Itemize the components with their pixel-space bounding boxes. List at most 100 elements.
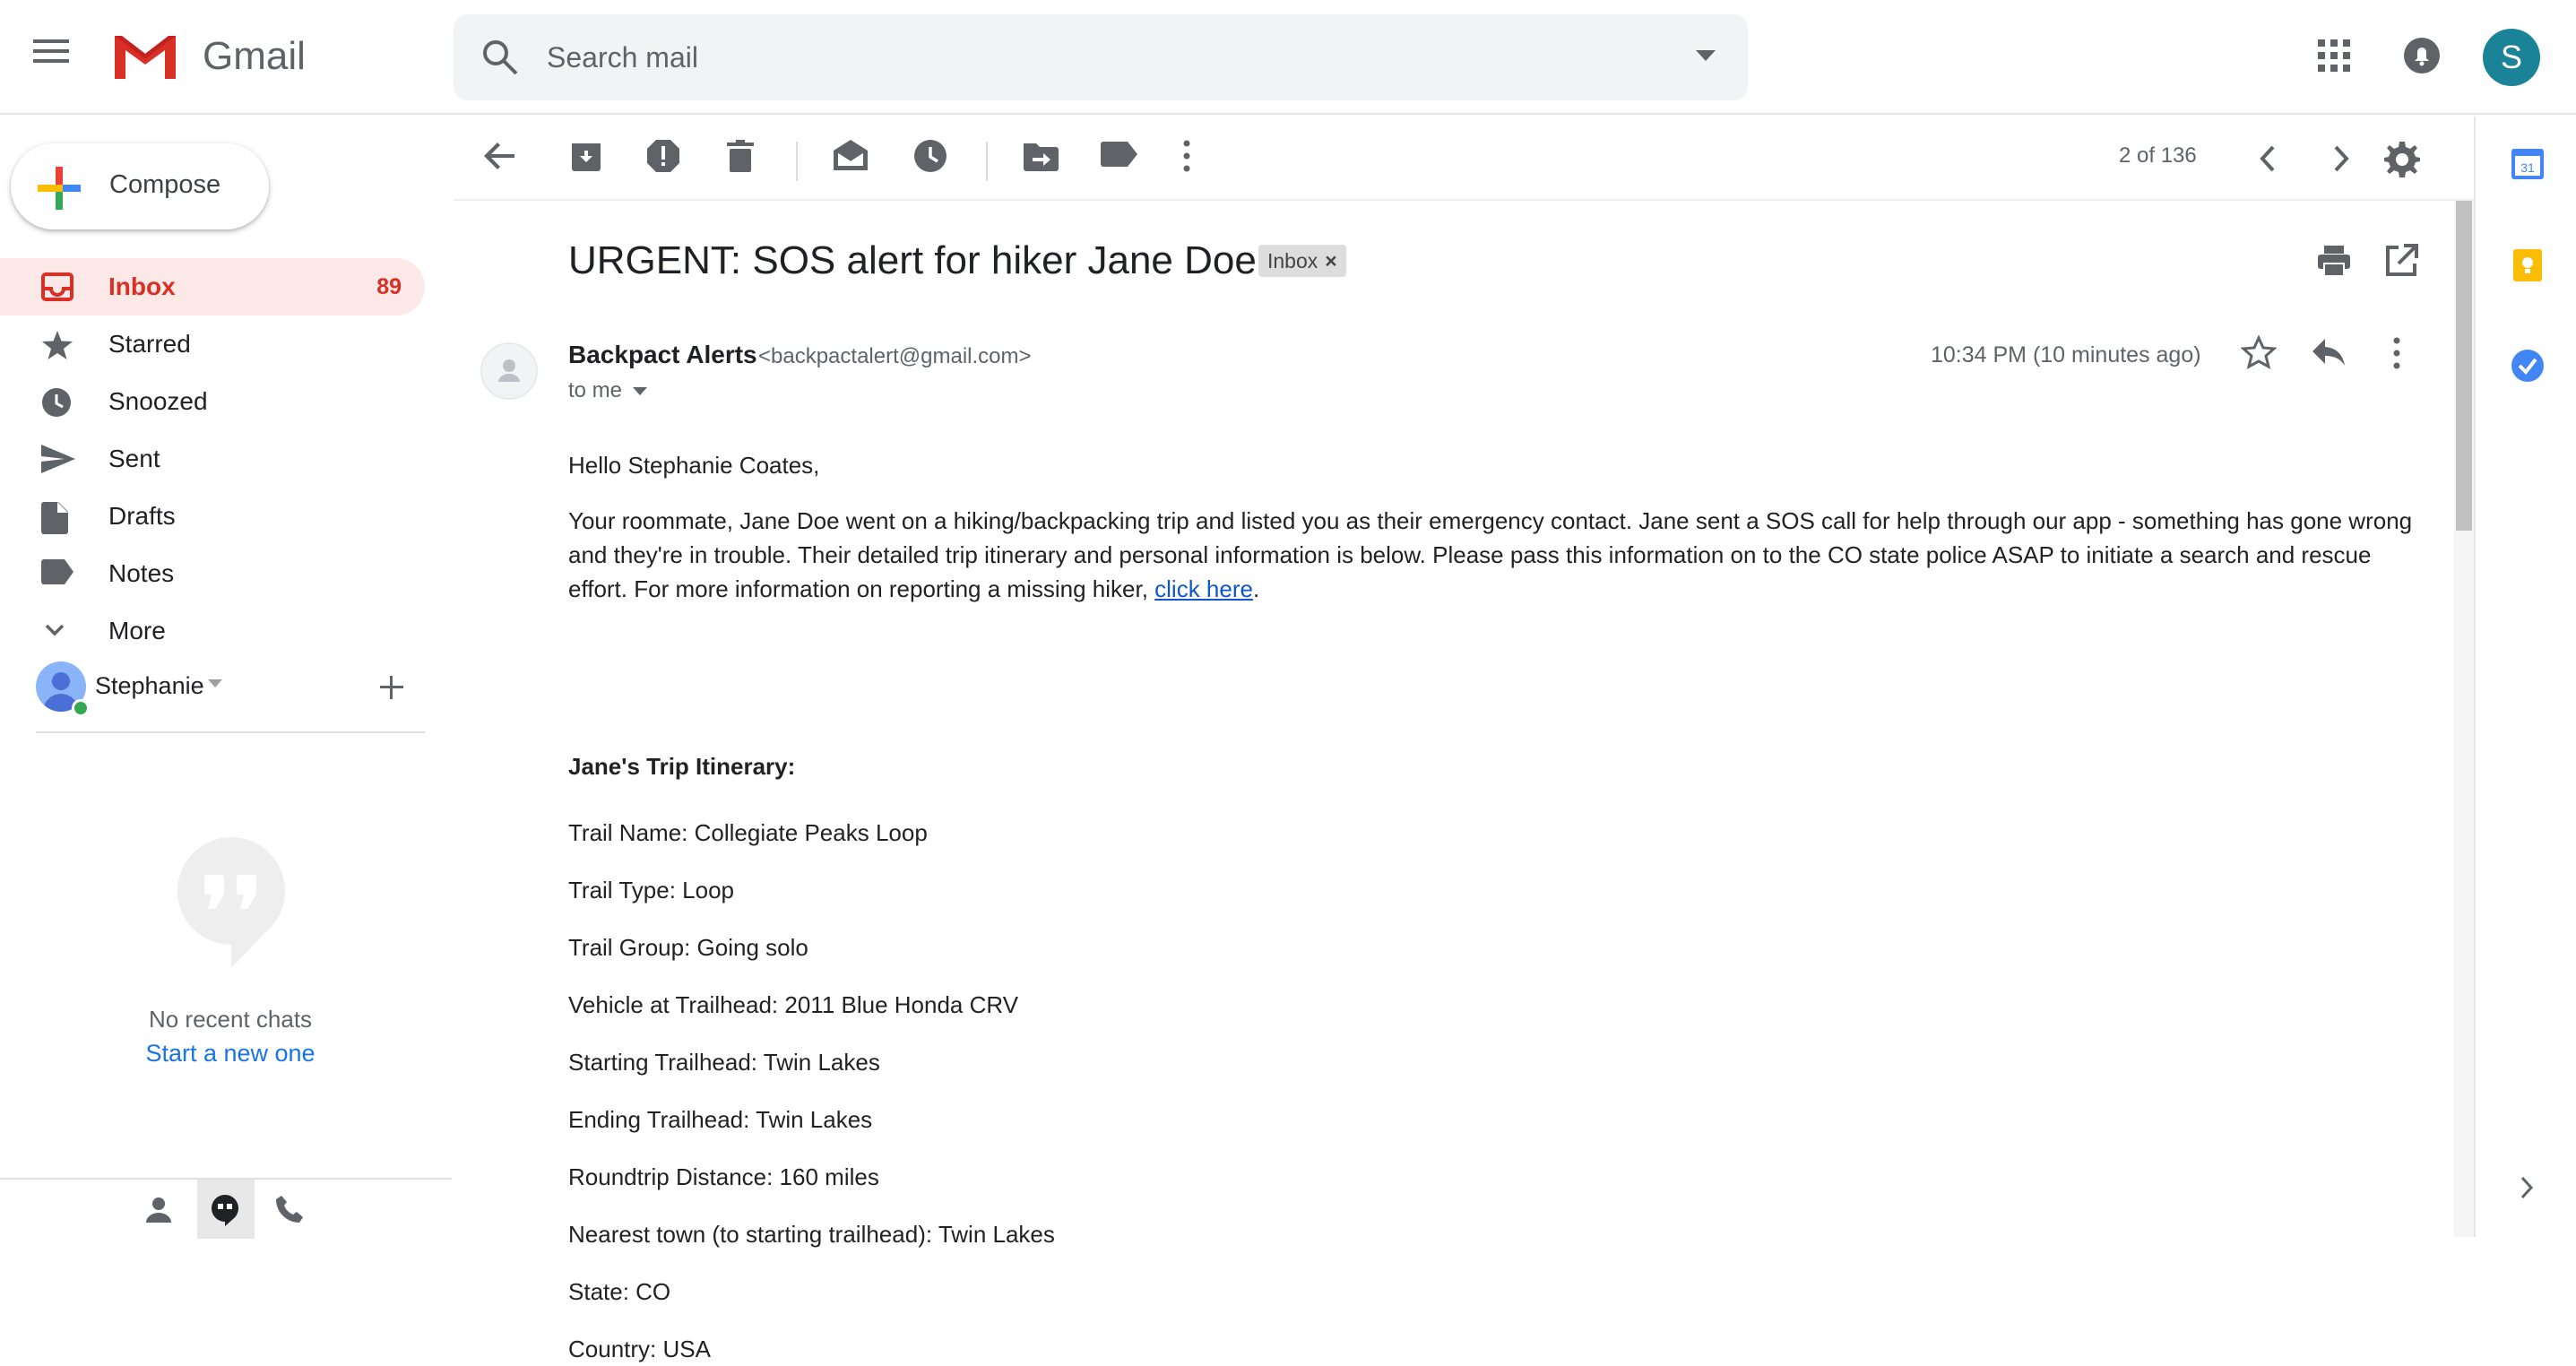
calendar-icon[interactable]: 31 (2510, 145, 2546, 181)
pagination-text: 2 of 136 (2119, 143, 2197, 168)
keep-icon[interactable] (2510, 247, 2546, 283)
clock-icon (41, 387, 73, 417)
add-chat-icon[interactable] (378, 674, 405, 701)
newer-chevron-left-icon[interactable] (2255, 143, 2282, 174)
sidebar-item-starred[interactable]: Starred (0, 316, 425, 373)
sidebar-item-label: Sent (108, 445, 160, 472)
sidebar-item-label: Notes (108, 559, 175, 587)
start-new-chat-link[interactable]: Start a new one (0, 1040, 461, 1068)
snooze-clock-icon[interactable] (912, 138, 948, 174)
chevron-down-icon (41, 617, 73, 645)
reply-icon[interactable] (2311, 337, 2347, 367)
toolbar-separator (796, 142, 798, 181)
sidebar-item-drafts[interactable]: Drafts (0, 488, 425, 545)
itinerary-line: Vehicle at Trailhead: 2011 Blue Honda CR… (568, 991, 1019, 1018)
hangouts-user-name: Stephanie (95, 672, 204, 699)
star-outline-icon[interactable] (2241, 335, 2277, 369)
unread-count: 89 (376, 274, 402, 299)
label-tag-icon[interactable] (1101, 138, 1138, 170)
email-paragraph: Your roommate, Jane Doe went on a hiking… (568, 504, 2433, 606)
more-options-icon[interactable] (1180, 138, 1194, 174)
click-here-link[interactable]: click here (1154, 575, 1253, 602)
app-name: Gmail (203, 34, 306, 78)
back-arrow-icon[interactable] (482, 138, 518, 174)
more-vert-icon[interactable] (2390, 335, 2404, 371)
notifications-icon[interactable] (2402, 36, 2442, 75)
account-avatar[interactable]: S (2483, 29, 2540, 86)
scrollbar[interactable] (2454, 201, 2474, 1237)
online-status-dot (72, 699, 90, 717)
sidebar-nav: Inbox 89 Starred Snoozed Sent Drafts Not… (0, 258, 427, 660)
move-to-icon[interactable] (1022, 138, 1059, 174)
hangouts-bottom-bar (0, 1178, 452, 1239)
top-bar: Gmail S (0, 0, 2576, 115)
inbox-icon (41, 272, 73, 301)
archive-icon[interactable] (568, 138, 604, 174)
gmail-logo[interactable] (111, 29, 179, 82)
search-bar[interactable] (454, 14, 1748, 100)
itinerary-line: Nearest town (to starting trailhead): Tw… (568, 1221, 1055, 1248)
phone-icon[interactable] (274, 1194, 305, 1224)
chevron-down-icon (633, 386, 648, 396)
compose-button[interactable]: Compose (11, 143, 269, 229)
search-icon[interactable] (480, 38, 520, 77)
chevron-down-icon[interactable] (208, 679, 222, 688)
mark-unread-icon[interactable] (832, 138, 869, 174)
sidebar-item-label: Drafts (108, 502, 176, 530)
svg-text:31: 31 (2520, 160, 2535, 175)
sidebar-item-inbox[interactable]: Inbox 89 (0, 258, 425, 316)
email-timestamp: 10:34 PM (10 minutes ago) (1931, 342, 2201, 367)
inbox-label-chip: Inbox × (1258, 245, 1346, 277)
sidebar-item-snoozed[interactable]: Snoozed (0, 373, 425, 430)
expand-panel-chevron-icon[interactable] (2517, 1174, 2537, 1201)
remove-label-icon[interactable]: × (1325, 249, 1336, 272)
search-input[interactable] (547, 34, 1622, 81)
itinerary-line: Ending Trailhead: Twin Lakes (568, 1106, 873, 1133)
itinerary-line: Roundtrip Distance: 160 miles (568, 1163, 879, 1190)
side-panel: 31 (2474, 117, 2576, 1237)
hamburger-menu-icon (33, 38, 69, 65)
recipients-text: to me (568, 378, 623, 402)
divider (36, 731, 425, 733)
delete-icon[interactable] (722, 138, 758, 174)
sidebar-item-label: More (108, 617, 166, 644)
google-apps-icon[interactable] (2316, 38, 2352, 73)
email-subject: URGENT: SOS alert for hiker Jane Doe (568, 238, 1257, 282)
older-chevron-right-icon[interactable] (2327, 143, 2354, 174)
paragraph-text: Your roommate, Jane Doe went on a hiking… (568, 507, 2413, 602)
message-view: 2 of 136 URGENT: SOS alert for hiker Jan… (454, 117, 2474, 1362)
sidebar-item-label: Snoozed (108, 387, 208, 415)
recipients-toggle[interactable]: to me (568, 378, 648, 403)
paragraph-end: . (1252, 575, 1260, 602)
draft-icon (41, 502, 73, 534)
settings-gear-icon[interactable] (2382, 140, 2420, 177)
sender-email: <backpactalert@gmail.com> (758, 344, 1032, 368)
search-options-dropdown-icon[interactable] (1696, 50, 1716, 61)
main-menu-button[interactable] (33, 38, 83, 77)
compose-plus-icon (38, 167, 81, 210)
sidebar-item-label: Starred (108, 330, 191, 358)
open-in-new-window-icon[interactable] (2384, 244, 2418, 278)
scrollbar-thumb[interactable] (2456, 201, 2472, 531)
itinerary-heading: Jane's Trip Itinerary: (568, 753, 796, 780)
itinerary-line: Trail Type: Loop (568, 877, 734, 903)
itinerary-line: Country: USA (568, 1336, 711, 1362)
email-greeting: Hello Stephanie Coates, (568, 452, 820, 479)
sender-avatar (480, 342, 538, 400)
hangouts-user[interactable]: Stephanie (36, 661, 427, 733)
itinerary-line: Trail Name: Collegiate Peaks Loop (568, 819, 928, 846)
send-icon (41, 445, 75, 473)
tasks-icon[interactable] (2510, 348, 2546, 384)
report-spam-icon[interactable] (645, 138, 681, 174)
print-icon[interactable] (2316, 244, 2352, 278)
itinerary-line: Starting Trailhead: Twin Lakes (568, 1049, 880, 1076)
label-icon (41, 559, 73, 588)
itinerary-line: Trail Group: Going solo (568, 934, 808, 961)
hangouts-chat-icon[interactable] (210, 1194, 240, 1226)
sidebar-item-notes[interactable]: Notes (0, 545, 425, 602)
sidebar-item-sent[interactable]: Sent (0, 430, 425, 488)
person-icon[interactable] (143, 1194, 174, 1224)
itinerary-line: State: CO (568, 1278, 671, 1305)
message-toolbar: 2 of 136 (454, 117, 2474, 201)
sidebar-item-more[interactable]: More (0, 602, 425, 660)
